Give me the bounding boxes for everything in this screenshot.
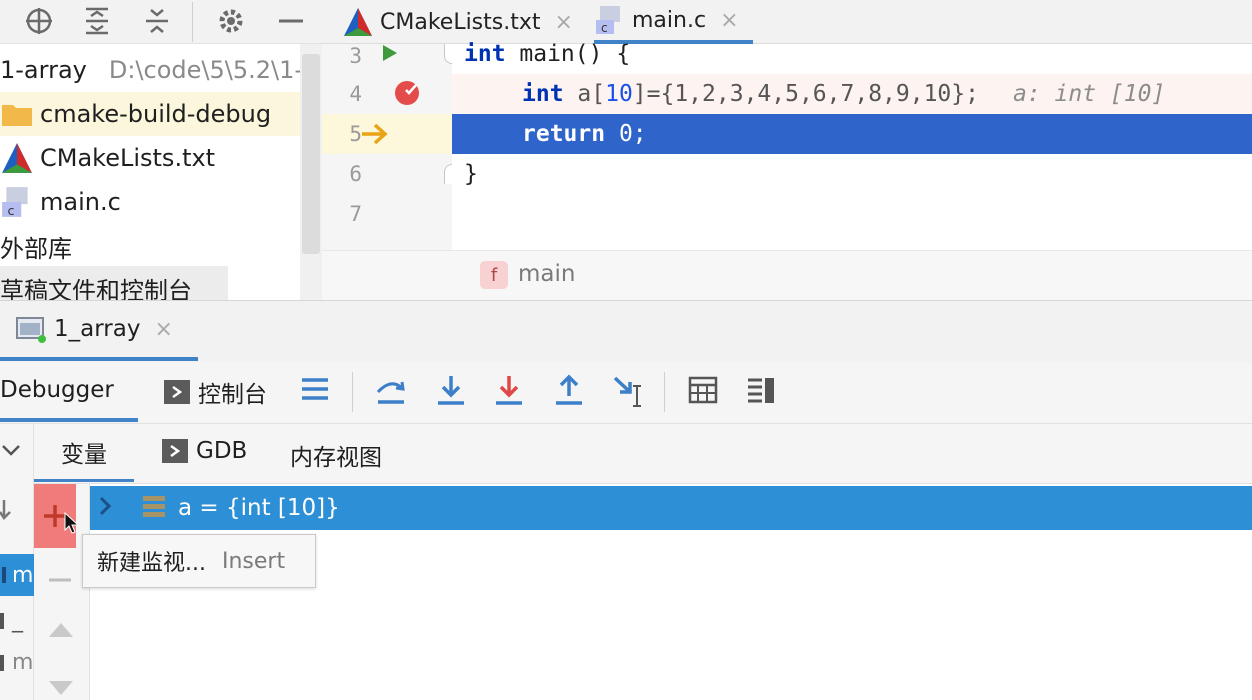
console-icon [162,439,188,463]
tooltip: 新建监视... Insert [82,534,316,588]
line-number: 6 [349,162,362,186]
frame-item[interactable]: _ [0,608,23,633]
gear-icon[interactable] [214,4,248,38]
line-number: 3 [349,44,362,68]
tree-item-external-libs[interactable]: 外部库 [0,224,72,268]
frame-item[interactable]: m [0,650,33,675]
root-name: 1-array [0,56,87,84]
minus-icon[interactable] [48,568,72,587]
function-icon: f [480,261,508,289]
console-icon [164,380,190,404]
force-step-into-icon[interactable] [492,374,526,408]
line-number: 5 [349,122,362,146]
chevron-down-icon[interactable] [0,442,22,462]
close-icon[interactable]: × [720,8,738,33]
project-toolbar [0,0,322,44]
tree-item-label: main.c [40,188,121,216]
inline-value-hint: a: int [10] [1012,81,1166,107]
expand-all-icon[interactable] [80,4,114,38]
breakpoint-icon[interactable] [394,80,420,110]
tab-1-array[interactable]: 1_array × [0,301,198,361]
close-icon[interactable]: × [154,317,172,342]
tree-item-scratches[interactable]: 草稿文件和控制台 [0,266,228,300]
project-tree: 1-array D:\code\5\5.2\1-a cmake-build-de… [0,44,300,300]
variables-subtabs: 变量 GDB 内存视图 [34,424,1252,484]
tab-label: CMakeLists.txt [380,9,541,35]
editor-gutter: 3 4 5 6 7 [322,44,460,250]
tree-item-main-c[interactable]: c main.c [0,180,121,224]
console-label: 控制台 [198,382,267,408]
code-line-3: int main() { [464,41,631,67]
move-down-icon[interactable] [48,680,74,700]
tooltip-label: 新建监视... [97,551,206,576]
view-breakpoints-icon[interactable] [746,376,776,404]
run-tab-label: 1_array [54,316,141,342]
debug-session-bar: 1_array × [0,300,1252,362]
cmake-icon [342,6,374,38]
evaluate-expression-icon[interactable] [688,376,718,404]
tab-gdb[interactable]: GDB [162,438,247,464]
frames-panel: m _ m [0,424,34,700]
breadcrumb-function[interactable]: main [518,261,575,287]
tab-console[interactable]: 控制台 [164,374,267,410]
root-path: D:\code\5\5.2\1-a [108,56,300,84]
layout-menu-icon[interactable] [300,376,330,402]
svg-text:c: c [7,204,14,219]
folder-icon [0,97,34,131]
tree-root[interactable]: 1-array D:\code\5\5.2\1-a [0,48,300,92]
mouse-cursor-icon [64,512,80,534]
collapse-all-icon[interactable] [140,4,174,38]
variables-view: a = {int [10]} [90,484,1252,700]
tree-scrollbar[interactable] [300,44,322,300]
variable-text: a = {int [10]} [178,495,340,521]
execution-point-arrow-icon [360,122,390,150]
move-up-icon[interactable] [48,622,74,642]
tab-debugger[interactable]: Debugger [0,362,138,422]
tree-item-label: 外部库 [0,234,72,263]
tree-item-cmake-build-debug[interactable]: cmake-build-debug [0,92,300,136]
debug-window-icon [16,315,46,343]
arrow-down-icon[interactable] [0,498,14,526]
frame-item-selected[interactable]: m [0,554,34,596]
line-number: 4 [349,82,362,106]
step-into-icon[interactable] [434,374,468,408]
c-file-icon: c [594,4,626,36]
step-out-icon[interactable] [552,374,586,408]
c-file-icon: c [0,185,34,219]
chevron-right-icon[interactable] [98,495,112,521]
variable-row[interactable]: a = {int [10]} [90,486,1252,530]
hide-icon[interactable] [274,4,308,38]
run-icon[interactable] [382,44,398,66]
tree-item-label: 草稿文件和控制台 [0,276,192,301]
code-line-5-current: return 0; [452,114,1252,154]
tree-item-label: CMakeLists.txt [40,144,216,172]
close-icon[interactable]: × [555,10,573,35]
line-number: 7 [349,202,362,226]
code-line-6: } [464,161,478,187]
breadcrumb: f main [322,250,1252,300]
run-to-cursor-icon[interactable] [612,374,646,408]
tree-item-label: cmake-build-debug [40,100,272,128]
tree-item-cmakelists[interactable]: CMakeLists.txt [0,136,215,180]
tab-label: main.c [632,7,707,33]
locate-icon[interactable] [22,4,56,38]
step-over-icon[interactable] [374,374,408,408]
cmake-icon [0,141,34,175]
code-editor[interactable]: int main() { int a[10]={1,2,3,4,5,6,7,8,… [452,41,1252,250]
svg-text:c: c [601,21,608,35]
code-line-4: int a[10]={1,2,3,4,5,6,7,8,9,10}; a: int… [452,74,1252,114]
array-icon [142,494,166,522]
debugger-label: Debugger [0,377,114,403]
debug-toolbar: Debugger 控制台 [0,362,1252,424]
tab-variables[interactable]: 变量 [34,424,134,482]
tab-memory-view[interactable]: 内存视图 [290,438,382,472]
tooltip-shortcut: Insert [221,548,286,574]
new-watch-button[interactable] [34,484,80,548]
variables-toolbar [34,484,90,700]
